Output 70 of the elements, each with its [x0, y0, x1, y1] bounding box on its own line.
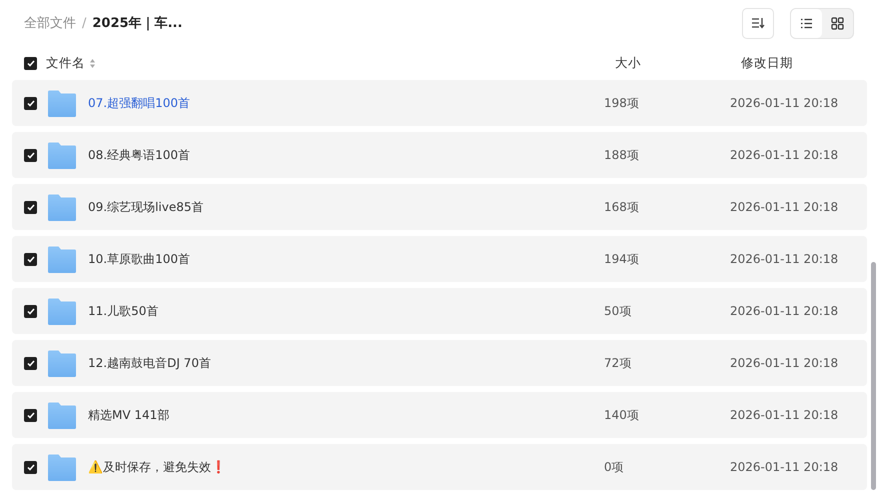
row-checkbox[interactable] — [24, 148, 37, 162]
modified-date: 2026-01-11 20:18 — [730, 304, 838, 318]
check-icon — [26, 412, 34, 418]
row-checkbox[interactable] — [24, 460, 37, 474]
breadcrumb-link[interactable]: 2025年｜车... — [92, 14, 182, 32]
folder-icon — [47, 246, 77, 272]
list-icon — [800, 18, 813, 28]
sort-icon — [751, 17, 765, 29]
modified-date: 2026-01-11 20:18 — [730, 252, 838, 266]
item-count: 194项 — [604, 250, 640, 268]
scrollbar[interactable] — [871, 262, 876, 490]
item-count: 72项 — [604, 354, 632, 372]
modified-date: 2026-01-11 20:18 — [730, 96, 838, 110]
item-count: 198项 — [604, 94, 640, 112]
folder-icon — [47, 194, 77, 220]
file-row[interactable]: 精选MV 141部 140项 2026-01-11 20:18 — [12, 392, 867, 438]
breadcrumb-link[interactable]: 全部文件 — [24, 14, 76, 32]
check-icon — [26, 308, 34, 314]
folder-icon — [47, 402, 77, 428]
row-checkbox[interactable] — [24, 252, 37, 266]
modified-date: 2026-01-11 20:18 — [730, 408, 838, 422]
file-name[interactable]: 精选MV 141部 — [88, 406, 604, 424]
item-count: 50项 — [604, 302, 632, 320]
sort-button[interactable] — [742, 8, 774, 38]
column-header[interactable]: 大小 — [615, 54, 741, 72]
file-row[interactable]: 07.超强翻唱100首 198项 2026-01-11 20:18 — [12, 80, 867, 126]
check-icon — [26, 100, 34, 106]
column-header[interactable]: 修改日期 — [741, 54, 793, 72]
folder-icon — [47, 454, 77, 480]
file-name[interactable]: 07.超强翻唱100首 — [88, 94, 604, 112]
grid-icon — [831, 16, 844, 30]
modified-date: 2026-01-11 20:18 — [730, 200, 838, 214]
file-row[interactable]: 11.儿歌50首 50项 2026-01-11 20:18 — [12, 288, 867, 334]
folder-icon — [47, 142, 77, 168]
list-view-button[interactable] — [791, 8, 822, 38]
file-name[interactable]: 10.草原歌曲100首 — [88, 250, 604, 268]
file-row[interactable]: 09.综艺现场live85首 168项 2026-01-11 20:18 — [12, 184, 867, 230]
modified-date: 2026-01-11 20:18 — [730, 460, 838, 474]
file-name[interactable]: 08.经典粤语100首 — [88, 146, 604, 164]
item-count: 0项 — [604, 458, 625, 476]
file-row[interactable]: 12.越南鼓电音DJ 70首 72项 2026-01-11 20:18 — [12, 340, 867, 386]
folder-icon — [47, 350, 77, 376]
check-icon — [26, 360, 34, 366]
check-icon — [26, 256, 34, 262]
check-icon — [26, 204, 34, 210]
row-checkbox[interactable] — [24, 200, 37, 214]
row-checkbox[interactable] — [24, 304, 37, 318]
file-name[interactable]: 11.儿歌50首 — [88, 302, 604, 320]
modified-date: 2026-01-11 20:18 — [730, 356, 838, 370]
file-name[interactable]: ⚠及时保存，避免失效❗ — [88, 458, 604, 476]
select-all-checkbox[interactable] — [24, 56, 37, 70]
folder-icon — [47, 90, 77, 116]
row-checkbox[interactable] — [24, 408, 37, 422]
column-header[interactable]: 文件名 — [46, 54, 85, 72]
breadcrumb-separator: / — [82, 16, 86, 30]
item-count: 168项 — [604, 198, 640, 216]
item-count: 140项 — [604, 406, 640, 424]
row-checkbox[interactable] — [24, 96, 37, 110]
check-icon — [26, 464, 34, 470]
check-icon — [26, 60, 34, 66]
row-checkbox[interactable] — [24, 356, 37, 370]
file-name[interactable]: 12.越南鼓电音DJ 70首 — [88, 354, 604, 372]
folder-icon — [47, 298, 77, 324]
item-count: 188项 — [604, 146, 640, 164]
file-row[interactable]: 08.经典粤语100首 188项 2026-01-11 20:18 — [12, 132, 867, 178]
modified-date: 2026-01-11 20:18 — [730, 148, 838, 162]
file-name[interactable]: 09.综艺现场live85首 — [88, 198, 604, 216]
check-icon — [26, 152, 34, 158]
file-row[interactable]: 10.草原歌曲100首 194项 2026-01-11 20:18 — [12, 236, 867, 282]
file-row[interactable]: ⚠及时保存，避免失效❗ 0项 2026-01-11 20:18 — [12, 444, 867, 490]
